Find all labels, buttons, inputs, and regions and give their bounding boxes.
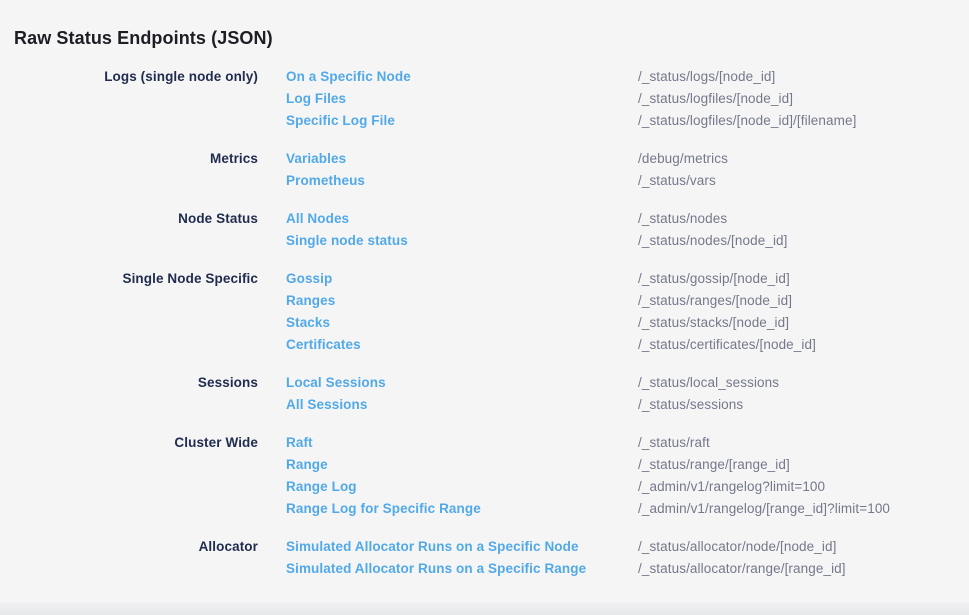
endpoint-groups: Logs (single node only) On a Specific No… — [0, 66, 969, 580]
endpoint-link[interactable]: All Sessions — [286, 394, 638, 416]
endpoint-category-label: Sessions — [0, 372, 258, 416]
endpoint-path-label: /_status/sessions — [638, 394, 743, 416]
endpoint-path-label: /_status/gossip/[node_id] — [638, 268, 790, 290]
endpoint-path-label: /_status/certificates/[node_id] — [638, 334, 816, 356]
endpoint-row: Simulated Allocator Runs on a Specific R… — [286, 558, 846, 580]
endpoint-path-label: /debug/metrics — [638, 148, 728, 170]
raw-status-endpoints-page: Raw Status Endpoints (JSON) Logs (single… — [0, 12, 969, 580]
endpoint-rows: Simulated Allocator Runs on a Specific N… — [286, 536, 846, 580]
endpoint-category-label: Metrics — [0, 148, 258, 192]
endpoint-path-label: /_status/allocator/node/[node_id] — [638, 536, 836, 558]
endpoint-row: Single node status /_status/nodes/[node_… — [286, 230, 788, 252]
endpoint-path-label: /_status/nodes/[node_id] — [638, 230, 788, 252]
endpoint-path-label: /_status/raft — [638, 432, 710, 454]
endpoint-path-label: /_status/allocator/range/[range_id] — [638, 558, 846, 580]
endpoint-row: Local Sessions /_status/local_sessions — [286, 372, 779, 394]
endpoint-path-label: /_status/stacks/[node_id] — [638, 312, 789, 334]
endpoint-row: Variables /debug/metrics — [286, 148, 728, 170]
endpoint-row: Range Log /_admin/v1/rangelog?limit=100 — [286, 476, 890, 498]
endpoint-group-cluster-wide: Cluster Wide Raft /_status/raft Range /_… — [0, 432, 969, 520]
endpoint-link[interactable]: Certificates — [286, 334, 638, 356]
endpoint-row: Raft /_status/raft — [286, 432, 890, 454]
endpoint-row: Range Log for Specific Range /_admin/v1/… — [286, 498, 890, 520]
endpoint-link[interactable]: Gossip — [286, 268, 638, 290]
endpoint-link[interactable]: Variables — [286, 148, 638, 170]
endpoint-group-logs: Logs (single node only) On a Specific No… — [0, 66, 969, 132]
endpoint-link[interactable]: Specific Log File — [286, 110, 638, 132]
endpoint-row: Certificates /_status/certificates/[node… — [286, 334, 816, 356]
endpoint-link[interactable]: Log Files — [286, 88, 638, 110]
bottom-strip — [0, 602, 969, 615]
endpoint-row: Prometheus /_status/vars — [286, 170, 728, 192]
endpoint-category-label: Single Node Specific — [0, 268, 258, 356]
endpoint-link[interactable]: Prometheus — [286, 170, 638, 192]
endpoint-rows: Local Sessions /_status/local_sessions A… — [286, 372, 779, 416]
endpoint-link[interactable]: Simulated Allocator Runs on a Specific N… — [286, 536, 638, 558]
endpoint-link[interactable]: All Nodes — [286, 208, 638, 230]
endpoint-row: Simulated Allocator Runs on a Specific N… — [286, 536, 846, 558]
endpoint-path-label: /_status/logs/[node_id] — [638, 66, 775, 88]
endpoint-category-label: Logs (single node only) — [0, 66, 258, 132]
endpoint-path-label: /_status/vars — [638, 170, 716, 192]
endpoint-group-metrics: Metrics Variables /debug/metrics Prometh… — [0, 148, 969, 192]
endpoint-path-label: /_status/local_sessions — [638, 372, 779, 394]
endpoint-link[interactable]: Stacks — [286, 312, 638, 334]
endpoint-row: Range /_status/range/[range_id] — [286, 454, 890, 476]
endpoint-path-label: /_status/range/[range_id] — [638, 454, 790, 476]
endpoint-rows: On a Specific Node /_status/logs/[node_i… — [286, 66, 856, 132]
endpoint-link[interactable]: Range Log for Specific Range — [286, 498, 638, 520]
endpoint-row: Specific Log File /_status/logfiles/[nod… — [286, 110, 856, 132]
endpoint-path-label: /_status/logfiles/[node_id] — [638, 88, 793, 110]
endpoint-row: On a Specific Node /_status/logs/[node_i… — [286, 66, 856, 88]
endpoint-rows: Raft /_status/raft Range /_status/range/… — [286, 432, 890, 520]
endpoint-group-single-node: Single Node Specific Gossip /_status/gos… — [0, 268, 969, 356]
endpoint-link[interactable]: On a Specific Node — [286, 66, 638, 88]
endpoint-link[interactable]: Raft — [286, 432, 638, 454]
endpoint-link[interactable]: Range Log — [286, 476, 638, 498]
endpoint-path-label: /_status/nodes — [638, 208, 727, 230]
endpoint-link[interactable]: Local Sessions — [286, 372, 638, 394]
endpoint-row: All Nodes /_status/nodes — [286, 208, 788, 230]
endpoint-category-label: Cluster Wide — [0, 432, 258, 520]
endpoint-rows: All Nodes /_status/nodes Single node sta… — [286, 208, 788, 252]
endpoint-link[interactable]: Range — [286, 454, 638, 476]
endpoint-row: Stacks /_status/stacks/[node_id] — [286, 312, 816, 334]
endpoint-category-label: Allocator — [0, 536, 258, 580]
endpoint-row: Gossip /_status/gossip/[node_id] — [286, 268, 816, 290]
endpoint-rows: Gossip /_status/gossip/[node_id] Ranges … — [286, 268, 816, 356]
endpoint-path-label: /_status/ranges/[node_id] — [638, 290, 792, 312]
endpoint-path-label: /_status/logfiles/[node_id]/[filename] — [638, 110, 856, 132]
endpoint-row: Ranges /_status/ranges/[node_id] — [286, 290, 816, 312]
endpoint-group-allocator: Allocator Simulated Allocator Runs on a … — [0, 536, 969, 580]
endpoint-group-sessions: Sessions Local Sessions /_status/local_s… — [0, 372, 969, 416]
endpoint-rows: Variables /debug/metrics Prometheus /_st… — [286, 148, 728, 192]
endpoint-link[interactable]: Single node status — [286, 230, 638, 252]
endpoint-path-label: /_admin/v1/rangelog?limit=100 — [638, 476, 825, 498]
page-title: Raw Status Endpoints (JSON) — [0, 12, 969, 49]
endpoint-row: All Sessions /_status/sessions — [286, 394, 779, 416]
endpoint-row: Log Files /_status/logfiles/[node_id] — [286, 88, 856, 110]
endpoint-link[interactable]: Simulated Allocator Runs on a Specific R… — [286, 558, 638, 580]
endpoint-path-label: /_admin/v1/rangelog/[range_id]?limit=100 — [638, 498, 890, 520]
endpoint-link[interactable]: Ranges — [286, 290, 638, 312]
endpoint-group-node-status: Node Status All Nodes /_status/nodes Sin… — [0, 208, 969, 252]
endpoint-category-label: Node Status — [0, 208, 258, 252]
